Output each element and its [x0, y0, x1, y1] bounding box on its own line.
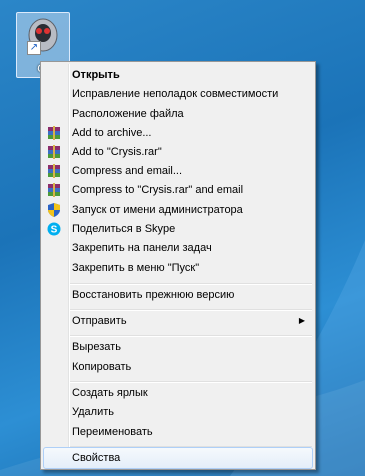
- winrar-icon: [48, 164, 60, 178]
- menu-item-label: Compress to "Crysis.rar" and email: [72, 184, 244, 196]
- menu-item-label: Add to archive...: [72, 127, 152, 139]
- menu-item-properties[interactable]: Свойства: [43, 447, 313, 469]
- menu-item-copy[interactable]: Копировать: [43, 356, 313, 378]
- menu-item-pin-taskbar[interactable]: Закрепить на панели задач: [43, 237, 313, 259]
- menu-item-compat-troubleshoot[interactable]: Исправление неполадок совместимости: [43, 83, 313, 105]
- menu-item-restore-previous[interactable]: Восстановить прежнюю версию: [43, 284, 313, 306]
- winrar-icon: [48, 126, 60, 140]
- submenu-arrow-icon: ▶: [298, 316, 305, 325]
- uac-shield-icon: [48, 203, 60, 217]
- menu-item-label: Восстановить прежнюю версию: [72, 289, 235, 301]
- menu-item-label: Исправление неполадок совместимости: [72, 88, 279, 100]
- shortcut-arrow-icon: ↗: [27, 41, 41, 55]
- menu-item-label: Закрепить на панели задач: [72, 242, 212, 254]
- menu-item-pin-start[interactable]: Закрепить в меню "Пуск": [43, 257, 313, 279]
- menu-item-label: Создать ярлык: [72, 387, 148, 399]
- menu-item-label: Add to "Crysis.rar": [72, 146, 162, 158]
- menu-item-label: Удалить: [72, 406, 114, 418]
- menu-item-label: Запуск от имени администратора: [72, 204, 243, 216]
- winrar-icon: [48, 183, 60, 197]
- menu-item-label: Копировать: [72, 361, 132, 373]
- menu-item-label: Переименовать: [72, 426, 153, 438]
- menu-item-label: Поделиться в Skype: [72, 223, 176, 235]
- menu-item-cut[interactable]: Вырезать: [43, 336, 313, 358]
- menu-item-label: Расположение файла: [72, 108, 184, 120]
- menu-item-compress-to-rar-email[interactable]: Compress to "Crysis.rar" and email: [43, 179, 313, 201]
- context-menu: Открыть Исправление неполадок совместимо…: [40, 61, 316, 470]
- skype-icon: S: [47, 222, 61, 236]
- menu-item-label: Свойства: [72, 452, 121, 464]
- menu-item-label: Отправить: [72, 315, 127, 327]
- menu-item-rename[interactable]: Переименовать: [43, 421, 313, 443]
- menu-item-label: Вырезать: [72, 341, 121, 353]
- svg-text:S: S: [51, 225, 58, 236]
- menu-item-delete[interactable]: Удалить: [43, 401, 313, 423]
- winrar-icon: [48, 145, 60, 159]
- menu-item-label: Открыть: [72, 69, 120, 81]
- menu-item-label: Закрепить в меню "Пуск": [72, 262, 200, 274]
- menu-item-send-to[interactable]: Отправить ▶: [43, 310, 313, 332]
- menu-item-label: Compress and email...: [72, 165, 183, 177]
